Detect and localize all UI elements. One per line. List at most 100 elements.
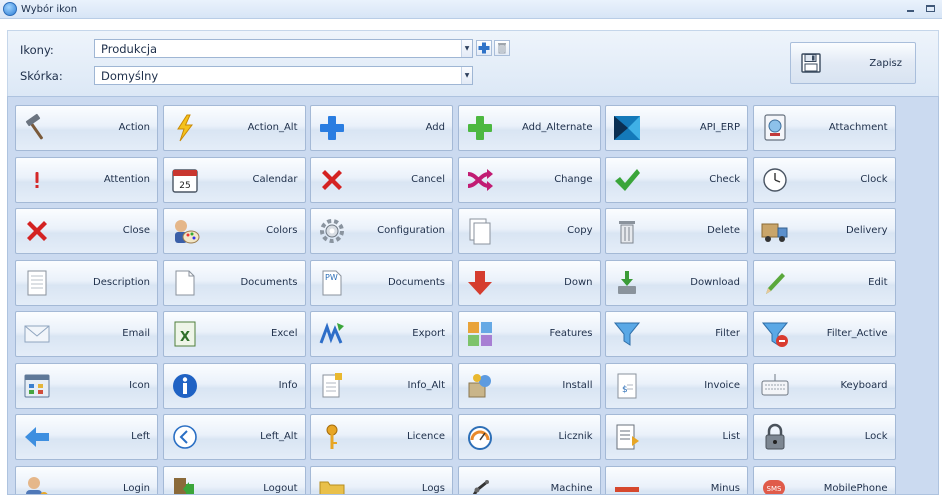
icon-tile-logout[interactable]: Logout xyxy=(162,465,306,494)
invoice-icon: $ xyxy=(612,371,642,401)
keyboard-icon xyxy=(760,371,790,401)
icon-tile-close[interactable]: Close xyxy=(15,208,158,254)
logout-icon xyxy=(170,474,200,494)
folder-icon xyxy=(317,474,347,494)
icon-tile-label: Documents xyxy=(387,276,445,288)
arrow-left-icon xyxy=(22,422,52,452)
chevron-down-icon[interactable]: ▼ xyxy=(461,67,472,84)
cross-red-icon xyxy=(317,165,347,195)
icon-tile-filter[interactable]: Filter xyxy=(605,311,748,357)
delete-icon-set-button[interactable] xyxy=(494,40,510,56)
icon-tile-action-alt[interactable]: Action_Alt xyxy=(162,105,306,151)
export-icon xyxy=(317,319,347,349)
chevron-down-icon[interactable]: ▼ xyxy=(461,40,472,57)
icon-tile-mobilephone[interactable]: SMS MobilePhone xyxy=(752,465,896,494)
arrow-down-icon xyxy=(465,268,495,298)
icon-tile-label: Documents xyxy=(240,276,298,288)
icon-tile-features[interactable]: Features xyxy=(457,311,601,357)
icon-tile-left-alt[interactable]: Left_Alt xyxy=(162,414,306,460)
maximize-button[interactable] xyxy=(925,2,936,14)
minimize-icon xyxy=(907,10,914,12)
icon-tile-label: Info_Alt xyxy=(407,379,445,391)
icon-tile-label: Keyboard xyxy=(840,379,888,391)
icon-tile-change[interactable]: Change xyxy=(457,156,601,203)
hammer-icon xyxy=(22,113,52,143)
icon-tile-download[interactable]: Download xyxy=(605,259,748,306)
plus-icon xyxy=(478,42,490,54)
envelope-icon xyxy=(22,319,52,349)
icon-tile-invoice[interactable]: $ Invoice xyxy=(605,362,748,409)
icon-tile-machine[interactable]: Machine xyxy=(457,465,601,494)
icon-tile-label: Invoice xyxy=(704,379,740,391)
gauge-icon xyxy=(465,422,495,452)
icon-tile-edit[interactable]: Edit xyxy=(752,259,896,306)
checkmark-icon xyxy=(612,165,642,195)
icon-tile-email[interactable]: Email xyxy=(15,311,158,357)
clock-icon xyxy=(760,165,790,195)
icon-tile-attention[interactable]: Attention xyxy=(15,156,158,203)
icon-tile-delivery[interactable]: Delivery xyxy=(752,208,896,254)
svg-text:X: X xyxy=(179,330,189,345)
icon-tile-add-alternate[interactable]: Add_Alternate xyxy=(457,105,601,151)
icon-tile-label: Download xyxy=(690,276,740,288)
icon-tile-configuration[interactable]: Configuration xyxy=(310,208,453,254)
icon-tile-label: MobilePhone xyxy=(823,482,888,494)
add-icon-set-button[interactable] xyxy=(476,40,492,56)
palette-icon xyxy=(170,216,200,246)
icon-tile-label: Export xyxy=(412,328,445,339)
icon-tile-info[interactable]: Info xyxy=(162,362,306,409)
minimize-button[interactable] xyxy=(905,2,916,14)
icon-tile-left[interactable]: Left xyxy=(15,414,158,460)
svg-text:25: 25 xyxy=(179,181,190,191)
icon-tile-action[interactable]: Action xyxy=(15,105,158,151)
icon-tile-label: Cancel xyxy=(411,173,445,185)
icon-tile-logs[interactable]: Logs xyxy=(310,465,453,494)
icon-tile-licznik[interactable]: Licznik xyxy=(457,414,601,460)
icon-tile-label: Machine xyxy=(550,482,593,494)
icon-tile-label: Action_Alt xyxy=(247,122,298,133)
icon-tile-label: Attachment xyxy=(828,122,888,133)
icon-tile-api-erp[interactable]: API_ERP xyxy=(605,105,748,151)
icon-tile-check[interactable]: Check xyxy=(605,156,748,203)
save-button[interactable]: Zapisz xyxy=(790,42,916,84)
icon-tile-icon[interactable]: Icon xyxy=(15,362,158,409)
icon-tile-lock[interactable]: Lock xyxy=(752,414,896,460)
icon-tile-down[interactable]: Down xyxy=(457,259,601,306)
icon-tile-clock[interactable]: Clock xyxy=(752,156,896,203)
excel-icon: X xyxy=(170,319,200,349)
icon-tile-minus[interactable]: Minus xyxy=(605,465,748,494)
icon-tile-description[interactable]: Description xyxy=(15,259,158,306)
svg-text:PW: PW xyxy=(325,273,338,282)
icon-tile-label: Edit xyxy=(868,276,888,288)
icon-tile-documents[interactable]: PW Documents xyxy=(310,259,453,306)
icon-tile-licence[interactable]: Licence xyxy=(310,414,453,460)
icon-tile-filter-active[interactable]: Filter_Active xyxy=(752,311,896,357)
icon-tile-export[interactable]: Export xyxy=(310,311,453,357)
icon-tile-keyboard[interactable]: Keyboard xyxy=(752,362,896,409)
icon-tile-install[interactable]: Install xyxy=(457,362,601,409)
icon-tile-info-alt[interactable]: Info_Alt xyxy=(310,362,453,409)
icon-tile-login[interactable]: Login xyxy=(15,465,158,494)
icon-tile-add[interactable]: Add xyxy=(310,105,453,151)
close-red-icon xyxy=(22,216,52,246)
icon-tile-cancel[interactable]: Cancel xyxy=(310,156,453,203)
icon-grid: Action Action_Alt Add Add_Alternate API_ERP A… xyxy=(7,96,939,495)
truck-icon xyxy=(760,216,790,246)
icon-tile-list[interactable]: List xyxy=(605,414,748,460)
icon-tile-calendar[interactable]: 25 Calendar xyxy=(162,156,306,203)
icon-tile-copy[interactable]: Copy xyxy=(457,208,601,254)
icon-tile-label: Left_Alt xyxy=(260,431,298,442)
exclamation-icon xyxy=(22,165,52,195)
robot-arm-icon xyxy=(465,474,495,494)
icon-tile-documents[interactable]: Documents xyxy=(162,259,306,306)
icon-tile-excel[interactable]: X Excel xyxy=(162,311,306,357)
icon-tile-attachment[interactable]: Attachment xyxy=(752,105,896,151)
skin-combobox[interactable]: Domyślny ▼ xyxy=(94,66,473,85)
icon-tile-label: Add_Alternate xyxy=(521,122,593,133)
icons-combobox[interactable]: Produkcja ▼ xyxy=(94,39,473,58)
icon-tile-delete[interactable]: Delete xyxy=(605,208,748,254)
icon-tile-label: API_ERP xyxy=(699,122,740,133)
icon-tile-colors[interactable]: Colors xyxy=(162,208,306,254)
copy-icon xyxy=(465,216,495,246)
icon-tile-label: Configuration xyxy=(377,225,445,236)
